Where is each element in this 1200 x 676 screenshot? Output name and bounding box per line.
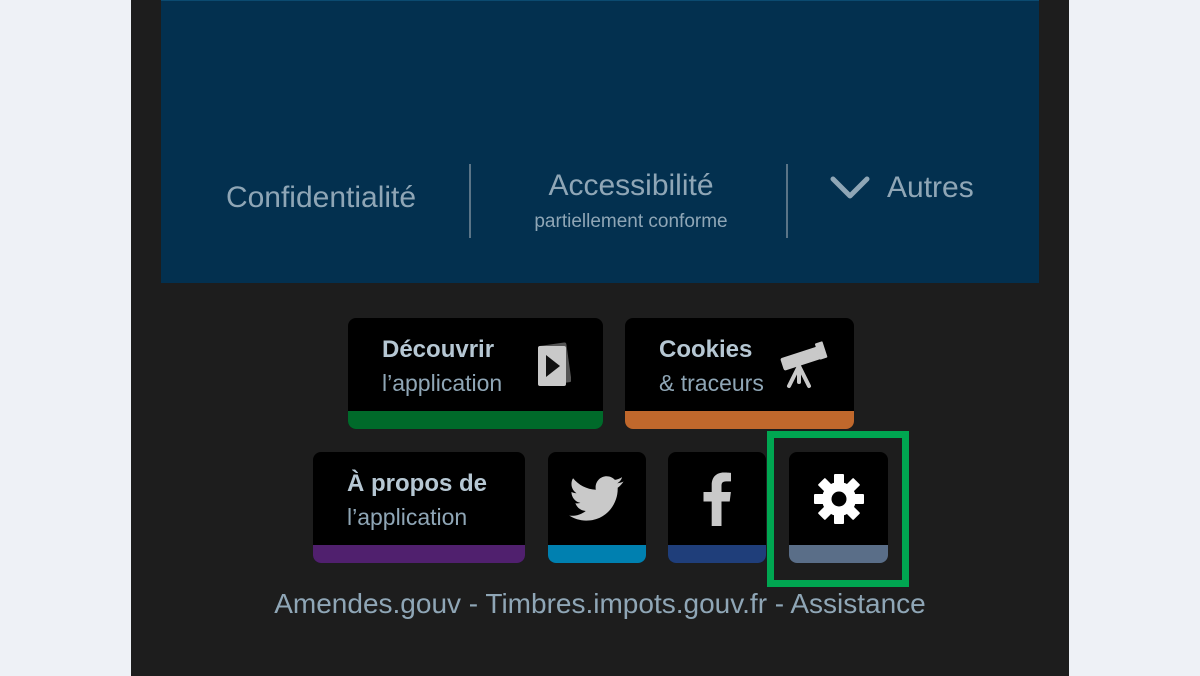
- facebook-button[interactable]: [668, 452, 766, 563]
- other-links-toggle[interactable]: Autres: [829, 171, 1049, 205]
- divider: [469, 164, 471, 238]
- external-links[interactable]: Amendes.gouv - Timbres.impots.gouv.fr - …: [131, 588, 1069, 620]
- cookies-title: Cookies: [659, 336, 753, 363]
- discover-accent-bar: [348, 411, 603, 429]
- about-accent-bar: [313, 545, 525, 563]
- cookies-accent-bar: [625, 411, 854, 429]
- accessibility-sublabel: partiellement conforme: [534, 211, 728, 232]
- privacy-link[interactable]: Confidentialité: [201, 181, 441, 215]
- facebook-accent-bar: [668, 545, 766, 563]
- other-label: Autres: [887, 171, 974, 204]
- twitter-icon-wrap: [548, 452, 646, 545]
- cookies-subtitle: & traceurs: [659, 370, 764, 396]
- chevron-down-icon: [830, 176, 870, 199]
- facebook-icon-wrap: [668, 452, 766, 545]
- twitter-accent-bar: [548, 545, 646, 563]
- about-title: À propos de: [347, 470, 488, 497]
- twitter-button[interactable]: [548, 452, 646, 563]
- discover-title: Découvrir: [382, 336, 495, 363]
- cookies-button[interactable]: Cookies & traceurs: [625, 318, 854, 429]
- discover-app-button[interactable]: Découvrir l’application: [348, 318, 603, 429]
- divider: [786, 164, 788, 238]
- facebook-icon: [703, 472, 731, 526]
- about-app-button[interactable]: À propos de l’application: [313, 452, 525, 563]
- accessibility-link[interactable]: Accessibilité partiellement conforme: [506, 169, 756, 233]
- accessibility-label: Accessibilité: [548, 169, 714, 202]
- about-subtitle: l’application: [347, 504, 468, 530]
- telescope-icon: [780, 341, 828, 388]
- footer-panel: Confidentialité Accessibilité partiellem…: [161, 0, 1039, 283]
- twitter-icon: [569, 475, 624, 521]
- settings-highlight-frame: [767, 431, 909, 587]
- discover-subtitle: l’application: [382, 370, 503, 396]
- play-icon: [538, 342, 571, 386]
